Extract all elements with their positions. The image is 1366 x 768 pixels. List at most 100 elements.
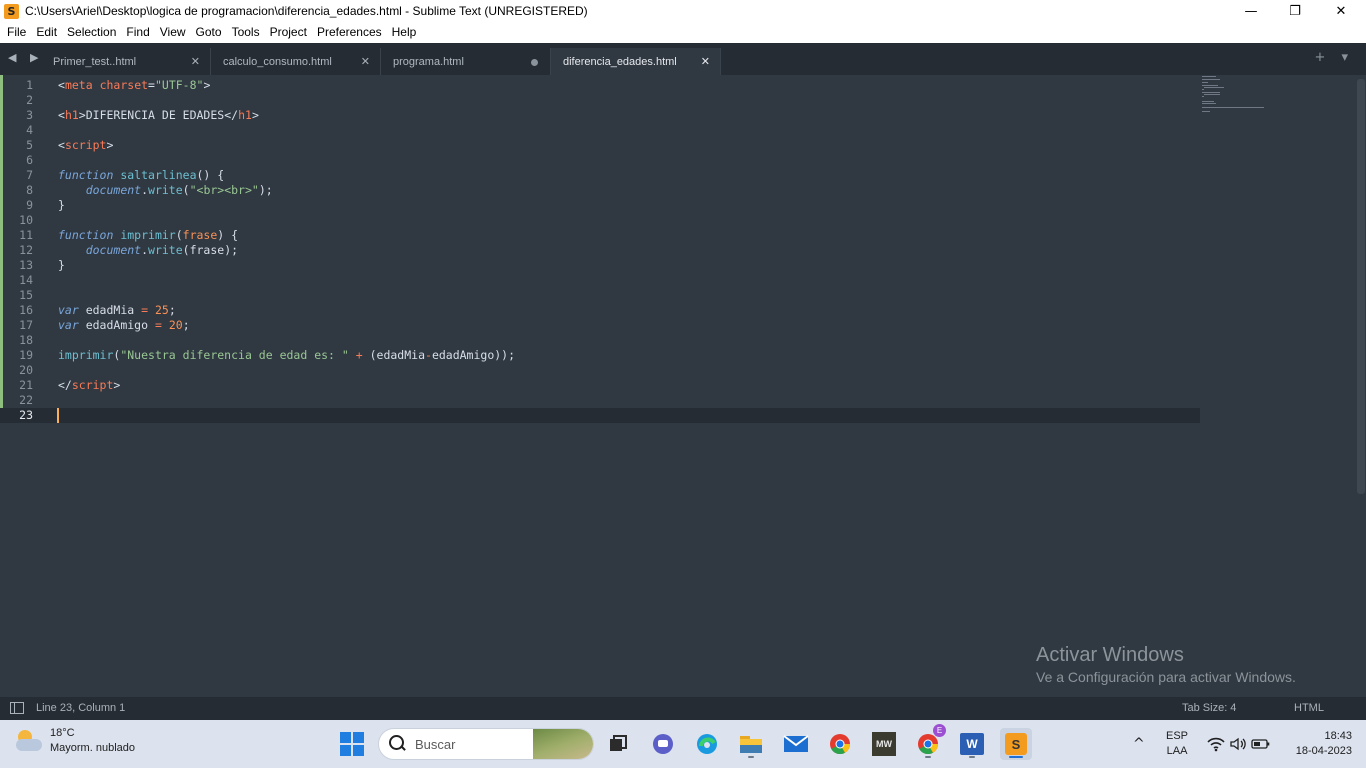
sublime-text-button[interactable]: S [1000, 728, 1032, 760]
code-line: 20 [0, 363, 1200, 378]
line-number: 21 [19, 378, 33, 392]
clock-date: 18-04-2023 [1295, 745, 1352, 757]
cursor-position[interactable]: Line 23, Column 1 [36, 702, 125, 714]
tab-nav-arrows-icon[interactable]: ◀ ▶ [8, 51, 43, 64]
active-indicator [1009, 756, 1023, 758]
menu-project[interactable]: Project [265, 22, 312, 43]
tab-diferencia-edades[interactable]: diferencia_edades.html ✕ [551, 48, 721, 75]
menu-file[interactable]: File [2, 22, 31, 43]
tab-close-icon[interactable]: ✕ [191, 55, 200, 68]
restore-button[interactable]: ❐ [1272, 0, 1318, 22]
code-line: 7 function saltarlinea() { [0, 168, 1200, 183]
wifi-icon [1207, 737, 1225, 752]
running-indicator [748, 756, 754, 758]
line-number: 9 [26, 198, 33, 212]
search-highlight-image [533, 729, 593, 759]
chrome-profile-button[interactable]: E [912, 724, 946, 760]
code-line: 1 <meta charset="UTF-8"> [0, 78, 1200, 93]
partly-cloudy-icon [14, 726, 44, 756]
minecraft-icon: MW [872, 732, 896, 756]
menu-help[interactable]: Help [387, 22, 422, 43]
line-number: 2 [26, 93, 33, 107]
tab-bar: ◀ ▶ Primer_test..html ✕ calculo_consumo.… [0, 43, 1366, 75]
code-line: 6 [0, 153, 1200, 168]
menu-view[interactable]: View [155, 22, 191, 43]
tab-close-icon[interactable]: ✕ [701, 55, 710, 68]
tab-label: calculo_consumo.html [223, 55, 332, 68]
mail-button[interactable] [780, 728, 812, 760]
tab-close-icon[interactable]: ✕ [361, 55, 370, 68]
word-button[interactable]: W [956, 728, 988, 760]
tab-calculo-consumo[interactable]: calculo_consumo.html ✕ [211, 48, 381, 75]
line-number: 20 [19, 363, 33, 377]
weather-widget[interactable]: 18°C Mayorm. nublado [14, 726, 135, 756]
code-line: 22 [0, 393, 1200, 408]
menu-find[interactable]: Find [121, 22, 154, 43]
syntax-mode[interactable]: HTML [1294, 702, 1324, 714]
line-number: 17 [19, 318, 33, 332]
new-tab-icon[interactable]: + ▾ [1314, 50, 1354, 65]
clock-time: 18:43 [1324, 730, 1352, 742]
edge-button[interactable] [691, 728, 723, 760]
line-number: 19 [19, 348, 33, 362]
menu-edit[interactable]: Edit [31, 22, 62, 43]
menu-preferences[interactable]: Preferences [312, 22, 387, 43]
unsaved-dot-icon[interactable] [531, 59, 538, 66]
teams-chat-button[interactable] [647, 728, 679, 760]
taskbar-clock[interactable]: 18:43 18-04-2023 [1296, 729, 1352, 759]
mail-icon [783, 735, 809, 752]
task-view-button[interactable] [602, 728, 634, 760]
start-button[interactable] [336, 728, 368, 760]
language-indicator[interactable]: ESP LAA [1166, 720, 1188, 768]
tab-label: Primer_test..html [53, 55, 137, 68]
window-title: C:\Users\Ariel\Desktop\logica de program… [25, 4, 588, 18]
scrollbar-thumb[interactable] [1357, 79, 1365, 494]
keyboard-layout: LAA [1166, 745, 1188, 757]
line-number: 7 [26, 168, 33, 182]
code-line: 14 [0, 273, 1200, 288]
file-explorer-button[interactable] [735, 728, 767, 760]
menu-tools[interactable]: Tools [227, 22, 265, 43]
current-code-line: 23 [0, 408, 1200, 423]
code-line: 2 [0, 93, 1200, 108]
running-indicator [925, 756, 931, 758]
code-line: 11 function imprimir(frase) { [0, 228, 1200, 243]
menu-goto[interactable]: Goto [191, 22, 227, 43]
sidebar-toggle-icon[interactable] [10, 702, 24, 714]
line-number: 18 [19, 333, 33, 347]
code-line: 18 [0, 333, 1200, 348]
code-line: 13} [0, 258, 1200, 273]
tab-size[interactable]: Tab Size: 4 [1182, 702, 1236, 714]
mw-label: MW [876, 739, 892, 749]
weather-description: Mayorm. nublado [50, 742, 135, 754]
line-number: 14 [19, 273, 33, 287]
search-placeholder: Buscar [415, 736, 456, 752]
taskbar-search[interactable]: Buscar [378, 728, 594, 760]
line-number: 15 [19, 288, 33, 302]
chrome-button[interactable] [824, 728, 856, 760]
code-line: 12 document.write(frase); [0, 243, 1200, 258]
system-tray-icons[interactable] [1207, 720, 1271, 768]
title-bar: S C:\Users\Ariel\Desktop\logica de progr… [0, 0, 1366, 22]
sublime-logo-icon: S [4, 3, 19, 19]
line-number: 1 [26, 78, 33, 92]
minecraft-button[interactable]: MW [868, 728, 900, 760]
text-caret [57, 408, 59, 423]
code-line: 10 [0, 213, 1200, 228]
line-number: 22 [19, 393, 33, 407]
minimap[interactable] [1200, 75, 1280, 135]
tab-programa[interactable]: programa.html [381, 48, 551, 75]
tab-primer-test[interactable]: Primer_test..html ✕ [41, 48, 211, 75]
close-icon: ✕ [1335, 3, 1347, 19]
show-hidden-icons-chevron-icon[interactable]: ^ [1133, 720, 1145, 768]
vertical-scrollbar[interactable] [1356, 75, 1366, 697]
folder-icon [740, 736, 762, 753]
sublime-text-icon: S [1005, 733, 1027, 755]
menu-selection[interactable]: Selection [62, 22, 121, 43]
close-window-button[interactable]: ✕ [1318, 0, 1364, 22]
minimize-button[interactable]: — [1228, 0, 1274, 22]
code-line: 15 [0, 288, 1200, 303]
code-editor[interactable]: 1 <meta charset="UTF-8"> 2 3 <h1>DIFERENCI… [0, 75, 1366, 697]
code-line: 19 imprimir("Nuestra diferencia de edad e… [0, 348, 1200, 363]
line-number: 6 [26, 153, 33, 167]
